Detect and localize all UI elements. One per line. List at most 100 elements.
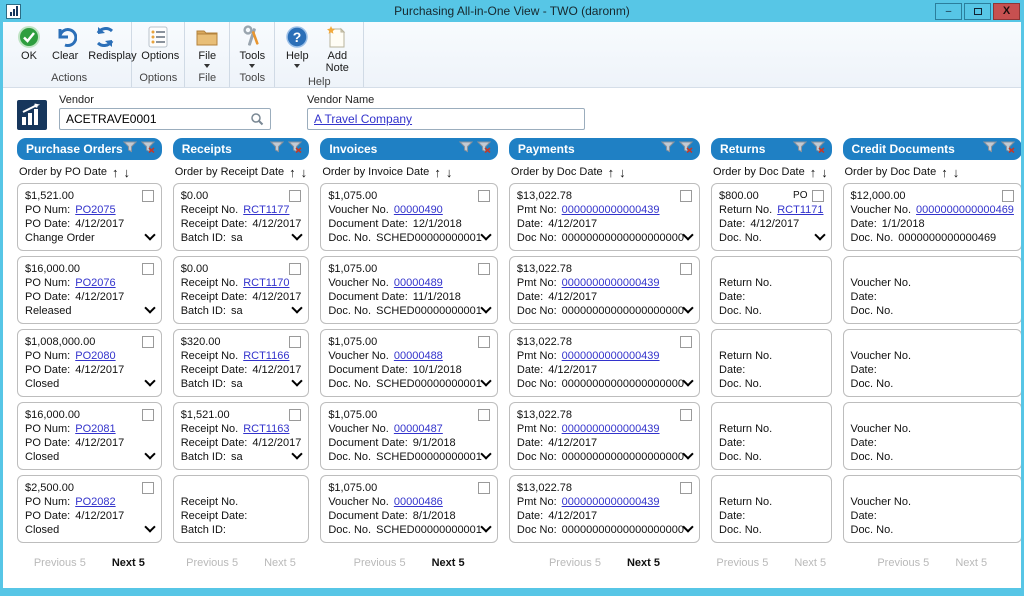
- sort-descending-icon[interactable]: ↓: [953, 167, 960, 178]
- document-link[interactable]: 0000000000000469: [916, 204, 1014, 216]
- vendor-input[interactable]: ACETRAVE0001: [59, 108, 271, 130]
- sort-ascending-icon[interactable]: ↑: [112, 167, 119, 178]
- clear-filter-icon[interactable]: [811, 140, 825, 158]
- card-checkbox[interactable]: [142, 482, 154, 494]
- sort-descending-icon[interactable]: ↓: [301, 167, 308, 178]
- card-checkbox[interactable]: [680, 336, 692, 348]
- add-note-button[interactable]: Add Note: [315, 24, 359, 75]
- clear-filter-icon[interactable]: [1001, 140, 1015, 158]
- card-expand-chevron-icon[interactable]: [682, 229, 693, 240]
- card-checkbox[interactable]: [680, 482, 692, 494]
- card-expand-chevron-icon[interactable]: [292, 448, 303, 459]
- filter-icon[interactable]: [983, 140, 997, 158]
- document-link[interactable]: PO2076: [75, 277, 115, 289]
- column-header-returns[interactable]: Returns: [711, 138, 831, 160]
- document-link[interactable]: RCT1166: [243, 350, 289, 362]
- filter-icon[interactable]: [661, 140, 675, 158]
- card-expand-chevron-icon[interactable]: [480, 302, 491, 313]
- card-expand-chevron-icon[interactable]: [682, 375, 693, 386]
- card-checkbox[interactable]: [142, 409, 154, 421]
- redisplay-button[interactable]: Redisplay: [83, 24, 127, 63]
- card-checkbox[interactable]: [478, 409, 490, 421]
- card-expand-chevron-icon[interactable]: [480, 521, 491, 532]
- ok-button[interactable]: OK: [11, 24, 47, 63]
- next-5-link[interactable]: Next 5: [432, 557, 465, 569]
- document-link[interactable]: 0000000000000439: [562, 496, 660, 508]
- column-header-invoices[interactable]: Invoices: [320, 138, 498, 160]
- column-header-payments[interactable]: Payments: [509, 138, 700, 160]
- file-button[interactable]: File: [189, 24, 225, 69]
- card-expand-chevron-icon[interactable]: [144, 521, 155, 532]
- sort-descending-icon[interactable]: ↓: [619, 167, 626, 178]
- card-expand-chevron-icon[interactable]: [814, 229, 825, 240]
- document-link[interactable]: RCT1177: [243, 204, 289, 216]
- vendor-name-link[interactable]: A Travel Company: [314, 112, 412, 126]
- document-link[interactable]: 0000000000000439: [562, 423, 660, 435]
- card-expand-chevron-icon[interactable]: [480, 375, 491, 386]
- card-expand-chevron-icon[interactable]: [144, 375, 155, 386]
- card-checkbox[interactable]: [478, 190, 490, 202]
- card-expand-chevron-icon[interactable]: [682, 302, 693, 313]
- card-expand-chevron-icon[interactable]: [144, 302, 155, 313]
- card-expand-chevron-icon[interactable]: [292, 302, 303, 313]
- card-expand-chevron-icon[interactable]: [480, 448, 491, 459]
- card-checkbox[interactable]: [812, 190, 824, 202]
- document-link[interactable]: 00000486: [394, 496, 443, 508]
- sort-ascending-icon[interactable]: ↑: [810, 167, 817, 178]
- card-expand-chevron-icon[interactable]: [480, 229, 491, 240]
- document-link[interactable]: 00000487: [394, 423, 443, 435]
- card-checkbox[interactable]: [142, 190, 154, 202]
- document-link[interactable]: 00000489: [394, 277, 443, 289]
- document-link[interactable]: 0000000000000439: [562, 204, 660, 216]
- filter-icon[interactable]: [793, 140, 807, 158]
- next-5-link[interactable]: Next 5: [627, 557, 660, 569]
- sort-descending-icon[interactable]: ↓: [446, 167, 453, 178]
- card-checkbox[interactable]: [680, 263, 692, 275]
- document-link[interactable]: PO2082: [75, 496, 115, 508]
- document-link[interactable]: PO2080: [75, 350, 115, 362]
- column-header-purchase-orders[interactable]: Purchase Orders: [17, 138, 162, 160]
- card-checkbox[interactable]: [142, 263, 154, 275]
- sort-ascending-icon[interactable]: ↑: [941, 167, 948, 178]
- card-checkbox[interactable]: [289, 190, 301, 202]
- card-checkbox[interactable]: [680, 409, 692, 421]
- vendor-lookup-button[interactable]: [244, 112, 264, 126]
- card-checkbox[interactable]: [289, 409, 301, 421]
- document-link[interactable]: 00000488: [394, 350, 443, 362]
- clear-filter-icon[interactable]: [141, 140, 155, 158]
- sort-ascending-icon[interactable]: ↑: [608, 167, 615, 178]
- document-link[interactable]: RCT1171: [777, 204, 823, 216]
- clear-button[interactable]: Clear: [47, 24, 83, 63]
- card-checkbox[interactable]: [289, 336, 301, 348]
- card-checkbox[interactable]: [142, 336, 154, 348]
- card-expand-chevron-icon[interactable]: [292, 375, 303, 386]
- document-link[interactable]: PO2075: [75, 204, 115, 216]
- card-checkbox[interactable]: [680, 190, 692, 202]
- close-button[interactable]: X: [993, 3, 1020, 20]
- card-expand-chevron-icon[interactable]: [682, 448, 693, 459]
- sort-ascending-icon[interactable]: ↑: [434, 167, 441, 178]
- card-expand-chevron-icon[interactable]: [682, 521, 693, 532]
- document-link[interactable]: 0000000000000439: [562, 277, 660, 289]
- options-button[interactable]: Options: [136, 24, 180, 63]
- document-link[interactable]: PO2081: [75, 423, 115, 435]
- sort-descending-icon[interactable]: ↓: [124, 167, 131, 178]
- filter-icon[interactable]: [459, 140, 473, 158]
- minimize-button[interactable]: –: [935, 3, 962, 20]
- card-checkbox[interactable]: [289, 263, 301, 275]
- document-link[interactable]: RCT1163: [243, 423, 289, 435]
- card-checkbox[interactable]: [478, 263, 490, 275]
- next-5-link[interactable]: Next 5: [112, 557, 145, 569]
- clear-filter-icon[interactable]: [679, 140, 693, 158]
- tools-button[interactable]: Tools: [234, 24, 270, 69]
- help-button[interactable]: ?Help: [279, 24, 315, 69]
- card-expand-chevron-icon[interactable]: [144, 229, 155, 240]
- column-header-credit-documents[interactable]: Credit Documents: [843, 138, 1022, 160]
- column-header-receipts[interactable]: Receipts: [173, 138, 310, 160]
- card-checkbox[interactable]: [478, 336, 490, 348]
- sort-ascending-icon[interactable]: ↑: [289, 167, 296, 178]
- filter-icon[interactable]: [123, 140, 137, 158]
- document-link[interactable]: RCT1170: [243, 277, 289, 289]
- document-link[interactable]: 0000000000000439: [562, 350, 660, 362]
- clear-filter-icon[interactable]: [288, 140, 302, 158]
